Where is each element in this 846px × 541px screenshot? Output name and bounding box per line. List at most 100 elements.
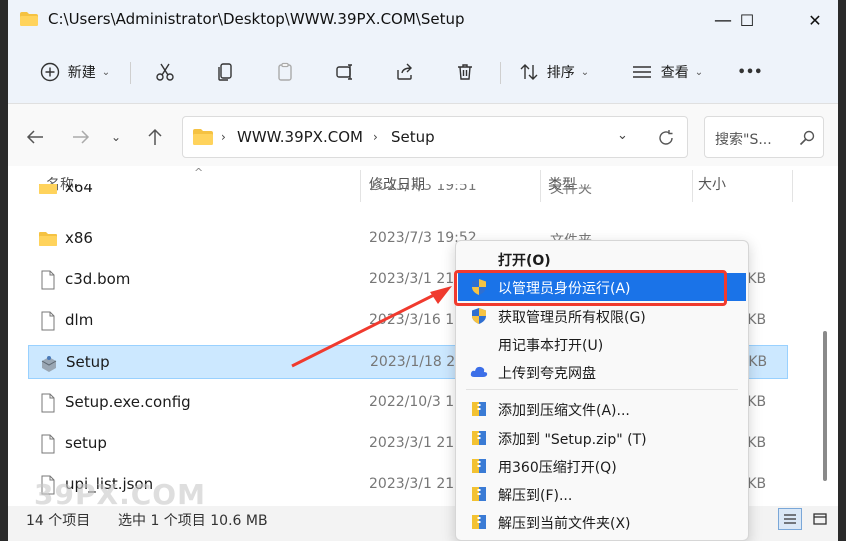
breadcrumb-seg-1[interactable]: WWW.39PX.COM [237, 128, 363, 146]
maximize-button[interactable]: ☐ [724, 0, 770, 40]
file-name: dlm [65, 311, 94, 329]
details-view-button[interactable] [778, 508, 802, 530]
up-button[interactable] [140, 124, 170, 150]
rename-button[interactable] [330, 54, 360, 90]
delete-button[interactable] [450, 54, 480, 90]
sort-label: 排序 [546, 65, 575, 81]
folder-icon [20, 12, 38, 26]
chevron-right-icon: › [221, 130, 226, 144]
file-row[interactable]: x64 2023/7/3 19:51 文件夹 [28, 184, 788, 202]
share-icon [397, 63, 412, 80]
more-options-button[interactable]: ••• [732, 54, 768, 90]
context-menu-label: 用记事本打开(U) [498, 338, 604, 354]
window-title: C:\Users\Administrator\Desktop\WWW.39PX.… [48, 10, 465, 28]
column-divider[interactable] [792, 170, 793, 202]
folder-icon [38, 184, 58, 197]
search-icon [799, 130, 815, 146]
folder-icon [38, 229, 58, 249]
copy-button[interactable] [210, 54, 240, 90]
menu-separator [466, 389, 738, 390]
context-menu-label: 获取管理员所有权限(G) [498, 310, 646, 326]
back-button[interactable] [20, 124, 50, 150]
close-button[interactable]: ✕ [792, 0, 838, 40]
rename-icon [336, 64, 352, 80]
toolbar-divider [500, 62, 501, 84]
chevron-right-icon: › [373, 130, 378, 144]
archive-icon [470, 400, 488, 418]
file-date: 2023/3/1 21 [369, 476, 455, 492]
search-placeholder: 搜索"S... [715, 132, 772, 148]
search-box[interactable]: 搜索"S... [704, 116, 824, 158]
title-bar: C:\Users\Administrator\Desktop\WWW.39PX.… [8, 0, 838, 40]
context-menu-item[interactable]: 上传到夸克网盘 [458, 358, 746, 386]
context-menu-label: 解压到当前文件夹(X) [498, 516, 631, 532]
refresh-icon[interactable] [657, 129, 675, 147]
navigation-bar: ⌄ › WWW.39PX.COM › Setup ⌄ 搜索"S... [8, 104, 838, 166]
context-menu-item[interactable]: 解压到(F)... [458, 480, 746, 508]
view-list-icon [632, 66, 651, 78]
paste-button[interactable] [270, 54, 300, 90]
context-menu-label: 添加到 "Setup.zip" (T) [498, 432, 647, 448]
selection-info: 选中 1 个项目 10.6 MB [118, 513, 268, 529]
command-bar: 新建 ⌄ 排序 ⌄ 查看 ⌄ ••• [8, 40, 838, 104]
file-name: x86 [65, 229, 93, 247]
recent-locations-button[interactable]: ⌄ [106, 124, 126, 150]
file-icon [38, 393, 58, 413]
cloud-icon [470, 363, 488, 381]
context-menu-label: 上传到夸克网盘 [498, 366, 596, 382]
item-count: 14 个项目 [26, 513, 91, 529]
view-label: 查看 [660, 65, 689, 81]
context-menu-item[interactable]: 添加到压缩文件(A)... [458, 395, 746, 423]
file-date: 2023/3/1 21 [369, 435, 455, 451]
file-name: setup [65, 434, 107, 452]
file-name: Setup [66, 353, 110, 371]
context-menu-item[interactable]: 添加到 "Setup.zip" (T) [458, 424, 746, 452]
plus-circle-icon [40, 62, 59, 82]
cut-button[interactable] [150, 54, 180, 90]
view-button[interactable]: 查看 ⌄ [626, 54, 708, 90]
details-view-icon [784, 514, 796, 524]
file-icon [38, 270, 58, 290]
arrow-up-icon [148, 128, 162, 145]
vertical-scrollbar[interactable] [823, 331, 827, 481]
context-menu-item[interactable]: 解压到当前文件夹(X) [458, 508, 746, 536]
file-icon [38, 311, 58, 331]
copy-icon [218, 63, 232, 81]
file-name: Setup.exe.config [65, 393, 191, 411]
archive-icon [470, 429, 488, 447]
arrow-right-icon [73, 130, 90, 144]
new-label: 新建 [67, 65, 96, 81]
file-icon [38, 434, 58, 454]
sort-icon [520, 64, 538, 80]
file-date: 2023/3/1 21 [369, 271, 455, 287]
address-history-chevron-icon[interactable]: ⌄ [617, 128, 628, 143]
archive-icon [470, 513, 488, 531]
sort-button[interactable]: 排序 ⌄ [514, 54, 594, 90]
chevron-down-icon: ⌄ [580, 66, 590, 78]
chevron-down-icon: ⌄ [101, 66, 111, 78]
address-bar[interactable]: › WWW.39PX.COM › Setup ⌄ [182, 116, 688, 158]
arrow-left-icon [26, 130, 43, 144]
archive-icon [470, 457, 488, 475]
chevron-down-icon: ⌄ [110, 130, 122, 144]
trash-icon [458, 64, 472, 80]
file-name: c3d.bom [65, 270, 131, 288]
file-date: 2023/3/16 1 [369, 312, 455, 328]
folder-icon [193, 129, 213, 145]
archive-icon [470, 485, 488, 503]
breadcrumb-seg-2[interactable]: Setup [391, 128, 435, 146]
watermark: 39PX.COM [34, 478, 206, 511]
context-menu-label: 打开(O) [498, 253, 551, 269]
new-button[interactable]: 新建 ⌄ [34, 54, 116, 90]
tiles-view-button[interactable] [808, 508, 832, 530]
context-menu-item[interactable]: 用记事本打开(U) [458, 330, 746, 358]
highlight-box [454, 270, 727, 306]
context-menu-item[interactable]: 用360压缩打开(Q) [458, 452, 746, 480]
file-date: 2023/7/3 19:51 [369, 184, 477, 194]
setup-icon [39, 353, 59, 373]
context-menu-item[interactable]: 打开(O) [458, 245, 746, 273]
context-menu-item[interactable]: 获取管理员所有权限(G) [458, 302, 746, 330]
share-button[interactable] [390, 54, 420, 90]
forward-button[interactable] [66, 124, 96, 150]
toolbar-divider [130, 62, 131, 84]
